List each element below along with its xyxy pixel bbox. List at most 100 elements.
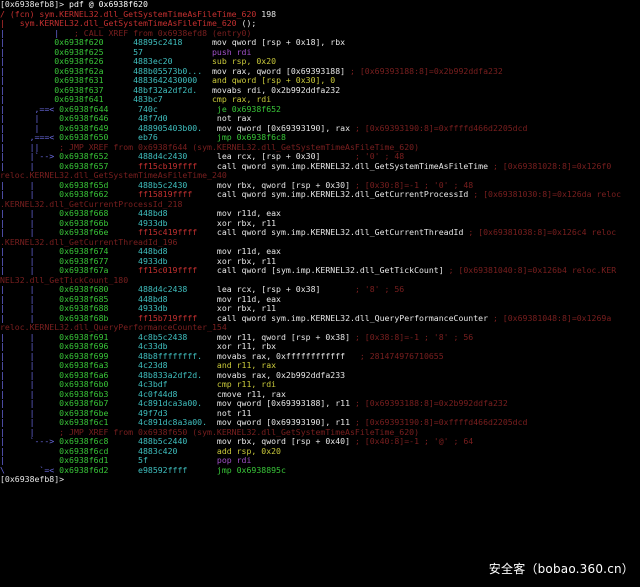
line-segment: 0x6938f6cd <box>59 445 139 456</box>
line-segment: 0x6938f68b <box>59 312 139 323</box>
line-segment: | <box>0 84 55 95</box>
line-segment: | | <box>0 265 60 275</box>
line-segment: 4883c420 <box>138 445 217 456</box>
line-segment: (); <box>241 18 257 28</box>
line-segment: ; [0x69393188:8]=0x2b992ddfa232 <box>354 398 508 408</box>
terminal-window[interactable]: [0x6938efb8]> pdf @ 0x6938f620/ (fcn) sy… <box>0 0 640 587</box>
line-segment: | <box>0 94 55 104</box>
line-segment: mov r11d, eax <box>216 208 281 218</box>
line-segment: | | <box>0 341 60 351</box>
line-segment: ; CALL XREF from 0x6938efd8 (entry0) <box>73 27 252 38</box>
line-segment: | | <box>0 179 60 190</box>
line-segment: xor rbx, r11 <box>216 303 277 313</box>
line-segment: mov qword [rsp + 0x18], rbx <box>211 37 346 47</box>
line-segment: | | <box>0 227 60 237</box>
line-segment: cmp rax, rdi <box>211 94 272 104</box>
line-segment: 0x6938f657 <box>59 160 139 171</box>
line-segment: | | <box>0 407 60 418</box>
line-segment: xor r11, rbx <box>216 341 277 351</box>
line-segment: call qword [sym.imp.KERNEL32.dll_GetTick… <box>216 265 449 275</box>
line-segment: mov qword [0x69393190], r11 <box>216 417 355 427</box>
line-segment: ; [0x30:8]=-1 ; '0' ; 48 <box>354 179 474 190</box>
line-segment: ; JMP XREF from 0x6938f644 (sym.KERNEL32… <box>59 141 419 152</box>
line-segment: | <box>0 445 60 456</box>
line-segment: 488b5c2430 <box>138 179 217 190</box>
line-segment: | | <box>0 417 60 427</box>
line-segment: add rsp, 0x20 <box>216 445 281 456</box>
line-segment: | | <box>0 388 60 399</box>
prompt-line[interactable]: [0x6938efb8]> <box>0 474 640 485</box>
line-segment: 0x6938f6b0 <box>59 379 139 389</box>
line-segment: 48895c2418 <box>133 37 212 47</box>
line-segment: ; [0x69381028:8]=0x126f0 <box>492 160 612 171</box>
line-segment: 448bd8 <box>138 208 217 218</box>
line-segment: 49f7d3 <box>138 407 217 418</box>
line-segment: mov rbx, qword [rsp + 0x40] <box>216 436 355 446</box>
watermark-text: 安全客（bobao.360.cn） <box>488 562 634 576</box>
line-segment: ; [0x69381040:8]=0x126b4 reloc.KER <box>448 265 617 275</box>
line-segment: 0x6938f637 <box>54 84 134 95</box>
line-segment: 4c0f44d8 <box>138 388 217 399</box>
line-segment: | || <box>0 141 60 152</box>
line-segment: ; [0x69381048:8]=0x1269a <box>492 312 612 323</box>
line-segment: | <box>0 37 55 47</box>
line-segment: ; 281474976710655 <box>359 350 444 361</box>
line-segment: jmp 0x6938f6c8 <box>216 132 286 142</box>
line-segment: ; [0x69381038:8]=0x126c4 reloc <box>468 227 617 237</box>
disasm-line: \ `=< 0x6938f6d2 e98592ffff jmp 0x693889… <box>0 464 640 476</box>
line-segment: and qword [rsp + 0x30], 0 <box>211 75 336 85</box>
line-segment: 0x6938f6d2 <box>59 464 139 475</box>
line-segment: 0x6938f62a <box>54 65 134 76</box>
line-segment: | <box>0 46 55 57</box>
line-segment: mov rax, qword [0x69393188] <box>211 65 351 76</box>
line-segment: eb76 <box>138 132 217 142</box>
line-segment: 0x6938f650 <box>59 132 139 142</box>
line-segment: 48bf32a2df2d. <box>133 84 212 95</box>
line-segment: call qword sym.imp.KERNEL32.dll_GetCurre… <box>216 189 474 199</box>
line-segment: | | <box>0 189 60 199</box>
line-segment: ff15819ffff <box>138 189 217 199</box>
line-segment: [0x6938efb8]> <box>0 474 70 484</box>
line-segment: | | <box>0 303 60 313</box>
line-segment: 0x6938f691 <box>59 331 139 342</box>
line-segment: 48b8ffffffff. <box>138 350 217 361</box>
line-segment: mov qword [0x69393188], r11 <box>216 398 355 408</box>
line-segment: 0x6938f6b7 <box>59 398 139 408</box>
line-segment: xor rbx, r11 <box>216 217 277 228</box>
line-segment: | | <box>0 255 60 266</box>
line-segment: 0x6938f6c8 <box>59 436 139 446</box>
line-segment: | `---> <box>0 436 60 446</box>
line-segment: 0x6938f649 <box>59 122 139 133</box>
line-segment: e98592ffff <box>138 464 217 475</box>
line-segment: ; [0x69381030:8]=0x126da reloc <box>473 189 622 199</box>
line-segment: | | <box>0 369 60 380</box>
line-segment: 0x6938f644 <box>59 103 139 114</box>
line-segment: 0x6938f699 <box>59 350 139 361</box>
line-segment: 0x6938f6be <box>59 407 139 418</box>
line-segment: | |`--> <box>0 151 60 161</box>
line-segment: | <box>54 27 74 38</box>
line-segment: 4c891dca3a00. <box>138 398 217 408</box>
line-segment: | | <box>0 360 60 370</box>
line-segment: | | <box>0 379 60 389</box>
line-segment: | | <box>0 350 60 361</box>
line-segment: 0x6938f674 <box>59 246 139 256</box>
line-segment: 0x6938f6a6 <box>59 369 139 380</box>
line-segment: push rdi <box>211 46 252 57</box>
line-segment: ; '0' ; 48 <box>354 151 405 161</box>
line-segment: | | <box>0 398 60 408</box>
line-segment: reloc.KERNEL32.dll_GetSystemTimeAsFileTi… <box>0 170 227 180</box>
line-segment: mov r11d, eax <box>216 293 281 304</box>
line-segment: mov r11, qword [rsp + 0x38] <box>216 331 355 342</box>
line-segment: 0x6938f65d <box>59 179 139 190</box>
line-segment: 0x6938f641 <box>54 94 134 104</box>
line-segment: 0x6938f66e <box>59 227 139 237</box>
line-segment: 488b5c2440 <box>138 436 217 446</box>
line-segment: 4c8b5c2438 <box>138 331 217 342</box>
line-segment: | | <box>0 331 60 342</box>
line-segment: 740c <box>138 103 217 114</box>
line-segment: 488b05573b0... <box>133 65 212 76</box>
line-segment: | <box>0 75 55 85</box>
line-segment: | <box>0 27 55 38</box>
line-segment: | <box>0 455 60 465</box>
